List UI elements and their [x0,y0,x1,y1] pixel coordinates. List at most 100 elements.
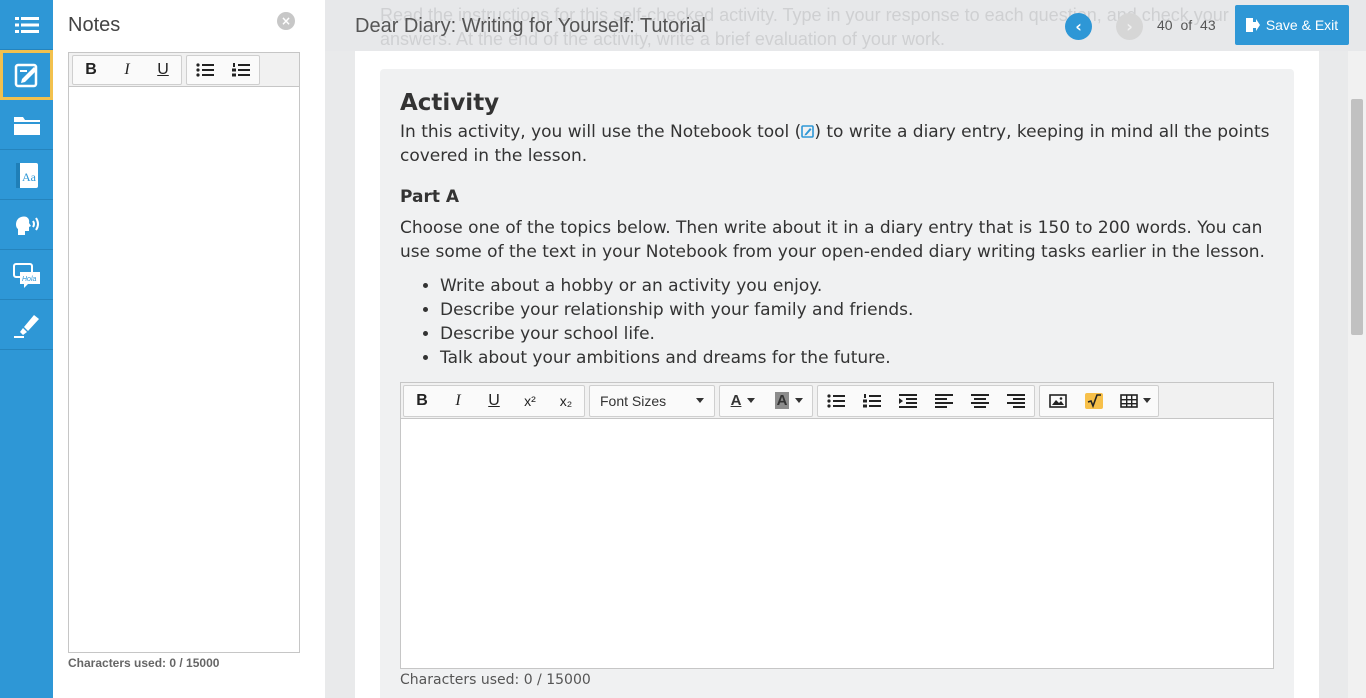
scrollbar-thumb[interactable] [1351,99,1363,335]
notes-bold-button[interactable]: B [73,56,109,84]
font-sizes-label: Font Sizes [600,392,667,409]
numbered-list-icon [232,62,250,76]
editor-text-area[interactable] [401,419,1273,668]
list-item: Talk about your ambitions and dreams for… [440,346,1240,370]
hola-speech-bubble-icon: Hola [12,262,40,288]
save-exit-button[interactable]: Save & Exit [1235,5,1349,45]
caret-down-icon [795,398,804,403]
notes-numbered-list-button[interactable] [223,56,259,84]
part-a-title: Part A [400,187,460,207]
editor-underline-button[interactable]: U [476,386,512,416]
folder-icon [13,116,40,135]
bullet-list-icon [196,62,214,77]
list-item: Describe your school life. [440,322,1240,346]
activity-title: Activity [400,90,500,116]
caret-down-icon [696,398,704,403]
editor-character-count: Characters used: 0 / 15000 [400,672,591,688]
caret-down-icon [747,398,756,403]
menu-button[interactable] [0,0,53,50]
notes-close-button[interactable]: × [277,12,295,30]
chevron-left-icon: ‹ [1075,17,1082,36]
notes-underline-button[interactable]: U [145,56,181,84]
hamburger-list-icon [14,16,39,33]
editor-italic-button[interactable]: I [440,386,476,416]
editor-align-left-button[interactable] [926,386,962,416]
editor-superscript-button[interactable]: x² [512,386,548,416]
notes-list-group [186,54,260,85]
editor-align-right-button[interactable] [998,386,1034,416]
editor-equation-button[interactable] [1076,386,1112,416]
editor-format-group: B I U x² x₂ [403,384,585,417]
table-icon [1119,393,1138,408]
list-item: Write about a hobby or an activity you e… [440,274,1240,298]
background-color-icon: A [774,392,790,409]
save-exit-label: Save & Exit [1265,17,1339,33]
font-color-icon: A [730,392,742,409]
previous-page-button[interactable]: ‹ [1065,13,1092,40]
editor-insert-group [1039,384,1159,417]
notebook-inline-icon [801,125,815,138]
editor-bold-button[interactable]: B [404,386,440,416]
response-editor: B I U x² x₂ Font Sizes A A [400,382,1274,669]
notes-text-area[interactable] [69,87,299,651]
svg-text:Aa: Aa [22,170,37,184]
align-left-icon [935,393,953,408]
notebook-button[interactable] [0,50,60,100]
font-color-button[interactable]: A [720,386,766,416]
exit-door-icon [1245,18,1260,32]
lesson-content: Activity In this activity, you will use … [355,51,1319,698]
notes-character-count: Characters used: 0 / 15000 [68,656,220,670]
editor-table-button[interactable] [1112,386,1158,416]
notes-italic-button[interactable]: I [109,56,145,84]
part-a-instructions: Choose one of the topics below. Then wri… [400,218,1265,262]
editor-bullet-list-button[interactable] [818,386,854,416]
editor-insert-image-button[interactable] [1040,386,1076,416]
editor-paragraph-group [817,384,1035,417]
editor-subscript-button[interactable]: x₂ [548,386,584,416]
topic-list: Write about a hobby or an activity you e… [420,274,1240,370]
background-color-button[interactable]: A [766,386,812,416]
highlighter-icon [13,314,39,338]
numbered-list-icon [863,393,881,407]
dictionary-aa-icon: Aa [15,162,38,188]
glossary-button[interactable]: Aa [0,150,53,200]
caret-down-icon [1142,398,1151,403]
chevron-right-icon: › [1126,17,1133,36]
square-root-equation-icon [1085,392,1103,409]
left-tool-rail: Aa Hola [0,0,60,698]
lesson-header: Read the instructions for this self-chec… [325,0,1366,51]
editor-toolbar: B I U x² x₂ Font Sizes A A [401,383,1273,419]
translate-button[interactable]: Hola [0,250,53,300]
folder-button[interactable] [0,100,53,150]
image-icon [1049,393,1067,408]
editor-indent-button[interactable] [890,386,926,416]
editor-color-group: A A [719,384,813,417]
font-sizes-select: Font Sizes [590,386,714,416]
notes-editor: B I U [68,52,300,653]
editor-align-center-button[interactable] [962,386,998,416]
lesson-title: Dear Diary: Writing for Yourself: Tutori… [355,15,706,37]
notebook-edit-icon [14,63,37,87]
bullet-list-icon [827,393,845,408]
activity-card: Activity In this activity, you will use … [380,69,1294,698]
notes-toolbar: B I U [69,53,299,87]
next-page-button[interactable]: › [1116,13,1143,40]
speaking-head-icon [15,215,39,235]
list-item: Describe your relationship with your fam… [440,298,1240,322]
activity-intro: In this activity, you will use the Noteb… [400,120,1270,168]
editor-numbered-list-button[interactable] [854,386,890,416]
align-right-icon [1007,393,1025,408]
notes-panel: Notes × B I U Characters used: 0 / 15000 [53,0,325,698]
notes-title: Notes [68,14,121,36]
font-sizes-dropdown[interactable]: Font Sizes [589,384,715,417]
svg-text:Hola: Hola [22,276,37,283]
activity-intro-before: In this activity, you will use the Noteb… [400,122,802,142]
text-to-speech-button[interactable] [0,200,53,250]
indent-icon [899,393,917,408]
notes-bullet-list-button[interactable] [187,56,223,84]
page-counter: 40 of 43 [1157,17,1216,33]
highlighter-button[interactable] [0,300,53,350]
align-center-icon [971,393,989,408]
notes-format-group: B I U [72,54,182,85]
page-scrollbar[interactable] [1348,51,1366,698]
